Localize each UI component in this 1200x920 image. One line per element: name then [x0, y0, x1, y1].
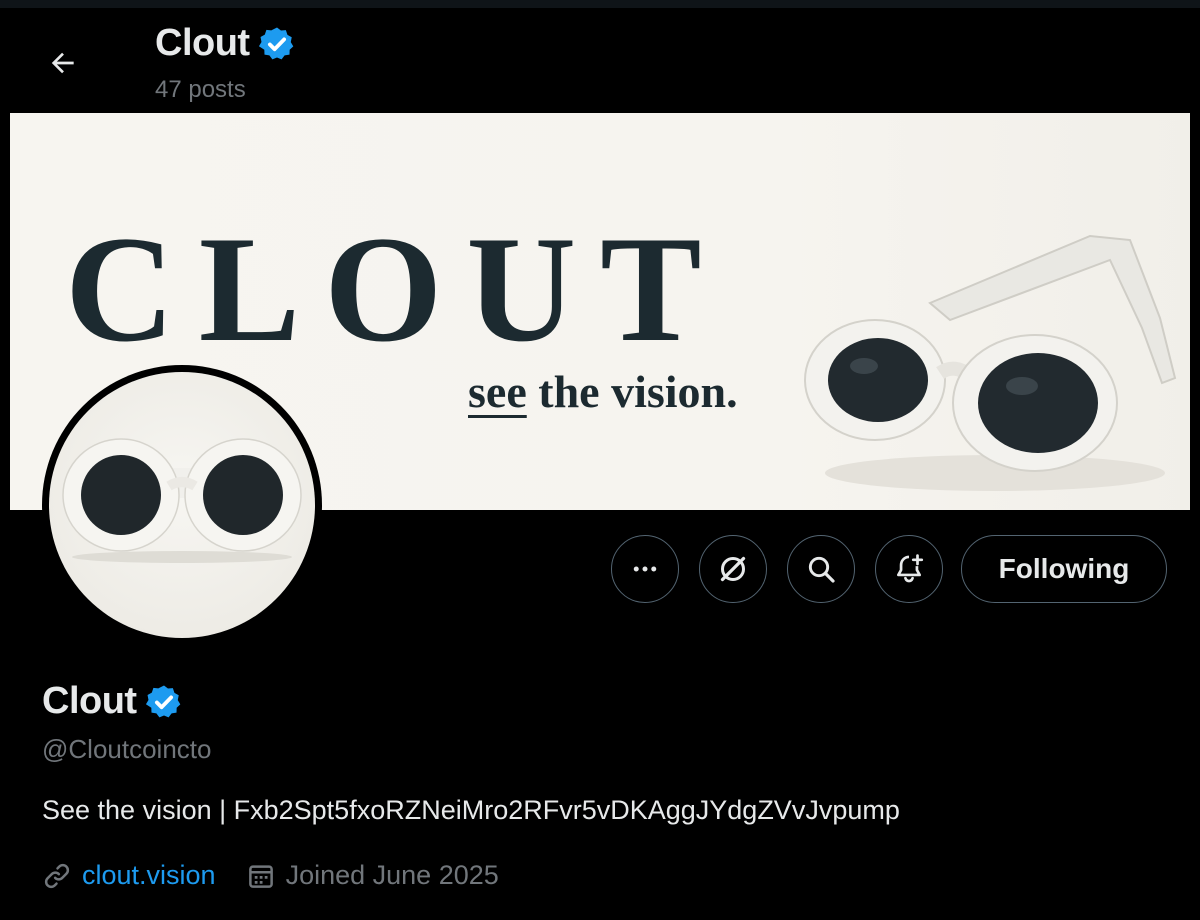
left-edge: [0, 8, 10, 920]
calendar-icon: [248, 864, 273, 888]
verified-badge-icon[interactable]: [145, 683, 183, 721]
joined-date: Joined June 2025: [246, 860, 499, 891]
following-button[interactable]: Following: [961, 535, 1167, 603]
banner-logo-word: CLOUT: [65, 205, 726, 373]
profile-header: Clout 47 posts: [10, 8, 1190, 113]
sunglasses-avatar-icon: [62, 438, 302, 563]
window-top-strip: [0, 0, 1200, 8]
notification-bell-icon: [897, 554, 924, 583]
profile-bio: See the vision | Fxb2Spt5fxoRZNeiMro2RFv…: [42, 795, 900, 825]
profile-handle: @Cloutcoincto: [42, 734, 212, 764]
more-options-button[interactable]: [611, 535, 679, 603]
website-link[interactable]: clout.vision: [42, 860, 216, 891]
header-display-name: Clout: [155, 22, 250, 64]
profile-meta: clout.vision Joined June 2025: [42, 860, 499, 891]
search-icon: [808, 556, 835, 583]
post-count: 47 posts: [155, 76, 246, 103]
link-icon: [44, 863, 70, 888]
banner-tagline-rest: the vision.: [526, 366, 738, 417]
header-title: Clout: [155, 22, 296, 65]
back-button[interactable]: [38, 38, 88, 88]
right-edge: [1190, 8, 1200, 920]
grok-icon: [720, 556, 746, 582]
notifications-button[interactable]: [875, 535, 943, 603]
banner-tagline: see the vision.: [468, 365, 738, 418]
website-link-text[interactable]: clout.vision: [82, 860, 216, 891]
search-profile-button[interactable]: [787, 535, 855, 603]
profile-page: Clout 47 posts CLOUT see the vision. Fol…: [0, 0, 1200, 920]
more-icon: [633, 566, 657, 572]
avatar-image: [49, 372, 315, 638]
verified-badge-icon: [258, 27, 293, 59]
sunglasses-image: [804, 234, 1177, 491]
profile-avatar[interactable]: [42, 365, 322, 645]
grok-button[interactable]: [699, 535, 767, 603]
joined-date-text: Joined June 2025: [285, 860, 499, 890]
banner-tagline-emphasis: see: [468, 366, 527, 417]
arrow-left-icon: [51, 52, 74, 74]
profile-name-row: Clout: [42, 680, 183, 723]
profile-display-name: Clout: [42, 680, 137, 722]
